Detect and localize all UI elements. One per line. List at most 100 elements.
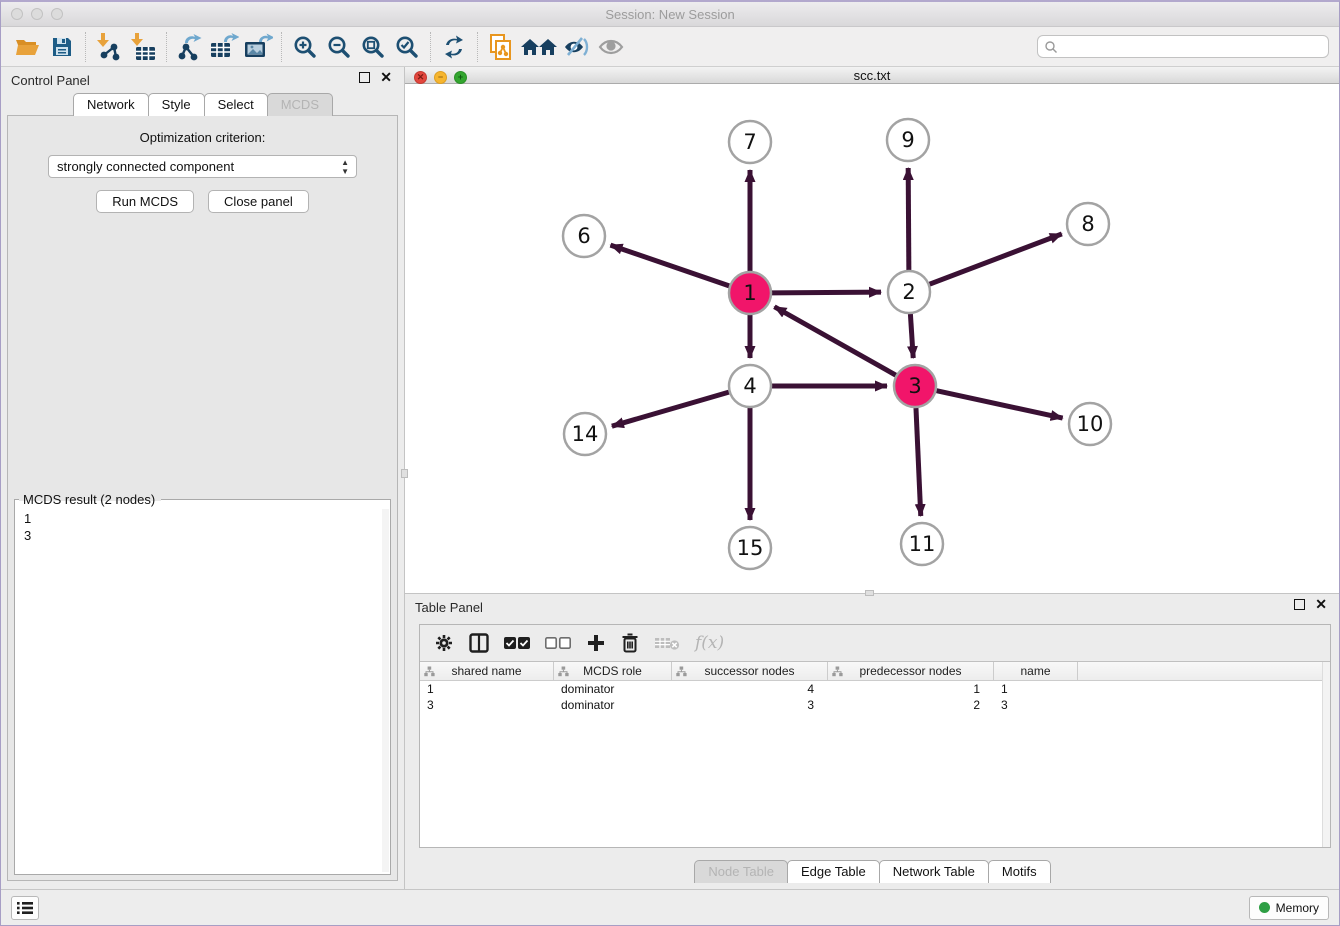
memory-status-icon xyxy=(1259,902,1270,913)
toolbar-separator xyxy=(85,32,86,62)
export-network-icon[interactable] xyxy=(173,31,207,63)
tree-icon xyxy=(424,666,435,677)
criterion-select[interactable]: strongly connected component ▲▼ xyxy=(48,155,357,178)
cell-predecessor-nodes[interactable]: 1 xyxy=(828,681,994,697)
network-view-titlebar[interactable]: ✕ − + scc.txt xyxy=(405,67,1339,84)
node-table[interactable]: shared nameMCDS rolesuccessor nodesprede… xyxy=(420,661,1330,847)
scrollbar[interactable] xyxy=(1322,662,1330,847)
task-history-button[interactable] xyxy=(11,896,39,920)
edge-1-2[interactable] xyxy=(772,292,881,293)
tab-select[interactable]: Select xyxy=(204,93,268,116)
tab-motifs[interactable]: Motifs xyxy=(988,860,1051,883)
criterion-value: strongly connected component xyxy=(57,159,234,174)
window-title: Session: New Session xyxy=(605,7,734,22)
close-icon[interactable]: ✕ xyxy=(1315,599,1327,610)
zoom-out-icon[interactable] xyxy=(322,31,356,63)
control-panel-title: Control Panel xyxy=(11,73,90,88)
column-header-shared-name[interactable]: shared name xyxy=(420,662,554,680)
table-row[interactable]: 1dominator411 xyxy=(420,681,1330,697)
float-icon[interactable] xyxy=(1294,599,1305,610)
float-icon[interactable] xyxy=(359,72,370,83)
tree-icon xyxy=(558,666,569,677)
tab-mcds[interactable]: MCDS xyxy=(267,93,333,116)
tab-node-table[interactable]: Node Table xyxy=(694,860,788,883)
network-view-title: scc.txt xyxy=(854,68,891,83)
table-panel-tabs: Node TableEdge TableNetwork TableMotifs xyxy=(405,860,1339,883)
edge-2-9[interactable] xyxy=(908,168,909,270)
hide-selected-icon[interactable] xyxy=(560,31,594,63)
add-column-icon[interactable] xyxy=(586,633,606,653)
show-all-icon[interactable] xyxy=(594,31,628,63)
close-icon[interactable]: ✕ xyxy=(380,72,392,83)
zoom-in-icon[interactable] xyxy=(288,31,322,63)
edge-1-6[interactable] xyxy=(610,245,729,286)
node-label-14: 14 xyxy=(572,422,599,446)
control-panel: Control Panel ✕ NetworkStyleSelectMCDS O… xyxy=(1,67,404,889)
tab-style[interactable]: Style xyxy=(148,93,205,116)
node-label-6: 6 xyxy=(577,224,590,248)
node-label-4: 4 xyxy=(743,374,756,398)
network-graph[interactable]: 7968124314101511 xyxy=(405,84,1340,588)
zoom-icon[interactable] xyxy=(51,8,63,20)
first-neighbors-icon[interactable] xyxy=(518,31,560,63)
tree-icon xyxy=(832,666,843,677)
table-row[interactable]: 3dominator323 xyxy=(420,697,1330,713)
scrollbar[interactable] xyxy=(382,509,389,872)
edge-3-1[interactable] xyxy=(774,307,895,375)
edge-3-10[interactable] xyxy=(936,391,1062,418)
minimize-icon[interactable]: − xyxy=(434,71,447,84)
edge-2-8[interactable] xyxy=(930,234,1062,284)
cell-name[interactable]: 3 xyxy=(994,697,1078,713)
minimize-icon[interactable] xyxy=(31,8,43,20)
run-mcds-button[interactable]: Run MCDS xyxy=(96,190,194,213)
export-table-icon[interactable] xyxy=(207,31,241,63)
zoom-icon[interactable]: + xyxy=(454,71,467,84)
function-builder-icon: f(x) xyxy=(695,633,724,653)
column-header-MCDS-role[interactable]: MCDS role xyxy=(554,662,672,680)
export-image-icon[interactable] xyxy=(241,31,275,63)
edge-3-11[interactable] xyxy=(916,408,921,516)
select-all-icon[interactable] xyxy=(504,636,530,650)
deselect-all-icon[interactable] xyxy=(545,636,571,650)
zoom-selected-icon[interactable] xyxy=(390,31,424,63)
save-icon[interactable] xyxy=(45,31,79,63)
control-panel-tabs: NetworkStyleSelectMCDS xyxy=(1,93,404,116)
tab-network-table[interactable]: Network Table xyxy=(879,860,989,883)
zoom-fit-icon[interactable] xyxy=(356,31,390,63)
cell-MCDS-role[interactable]: dominator xyxy=(554,697,672,713)
column-header-predecessor-nodes[interactable]: predecessor nodes xyxy=(828,662,994,680)
tab-edge-table[interactable]: Edge Table xyxy=(787,860,880,883)
cell-shared-name[interactable]: 3 xyxy=(420,697,554,713)
cell-MCDS-role[interactable]: dominator xyxy=(554,681,672,697)
window-traffic-lights[interactable] xyxy=(11,8,63,20)
close-icon[interactable]: ✕ xyxy=(414,71,427,84)
open-folder-icon[interactable] xyxy=(11,31,45,63)
cell-successor-nodes[interactable]: 4 xyxy=(672,681,828,697)
import-table-icon[interactable] xyxy=(126,31,160,63)
duplicate-network-icon[interactable] xyxy=(484,31,518,63)
mcds-panel: Optimization criterion: strongly connect… xyxy=(7,115,398,881)
edge-4-14[interactable] xyxy=(612,392,729,426)
optimization-criterion-label: Optimization criterion: xyxy=(8,130,397,145)
cell-name[interactable]: 1 xyxy=(994,681,1078,697)
close-icon[interactable] xyxy=(11,8,23,20)
tab-network[interactable]: Network xyxy=(73,93,149,116)
close-panel-button[interactable]: Close panel xyxy=(208,190,309,213)
search-input[interactable] xyxy=(1037,35,1329,58)
cell-successor-nodes[interactable]: 3 xyxy=(672,697,828,713)
import-network-icon[interactable] xyxy=(92,31,126,63)
edge-2-3[interactable] xyxy=(910,314,913,358)
column-header-successor-nodes[interactable]: successor nodes xyxy=(672,662,828,680)
cell-predecessor-nodes[interactable]: 2 xyxy=(828,697,994,713)
column-header-name[interactable]: name xyxy=(994,662,1078,680)
settings-gear-icon[interactable] xyxy=(434,633,454,653)
splitter-handle[interactable] xyxy=(401,469,408,478)
mcds-result-list[interactable]: 1 3 xyxy=(17,508,382,872)
memory-button[interactable]: Memory xyxy=(1249,896,1329,920)
network-canvas[interactable]: 7968124314101511 xyxy=(405,84,1339,593)
cell-shared-name[interactable]: 1 xyxy=(420,681,554,697)
refresh-layout-icon[interactable] xyxy=(437,31,471,63)
column-layout-icon[interactable] xyxy=(469,633,489,653)
delete-icon[interactable] xyxy=(621,633,639,653)
node-label-15: 15 xyxy=(737,536,764,560)
